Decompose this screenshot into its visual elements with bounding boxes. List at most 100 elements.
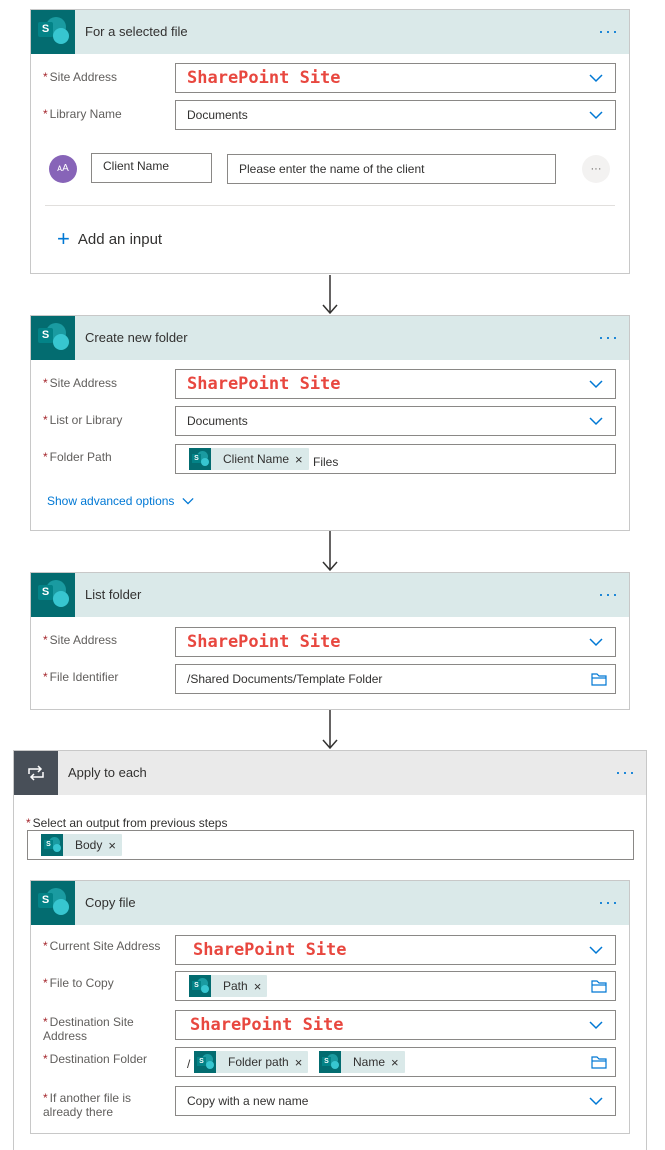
file-identifier-value: /Shared Documents/Template Folder: [187, 672, 383, 686]
remove-token-icon[interactable]: ×: [295, 1055, 309, 1070]
library-name-dropdown[interactable]: Documents: [175, 100, 616, 130]
trigger-card: S For a selected file ··· * Site Address …: [30, 9, 630, 274]
if-file-exists-value: Copy with a new name: [187, 1094, 309, 1108]
loop-icon: [28, 765, 44, 781]
chevron-down-icon: [589, 638, 603, 647]
list-library-label: * List or Library: [43, 413, 123, 427]
current-site-value: SharePoint Site: [193, 940, 347, 960]
card-title: List folder: [85, 587, 142, 602]
card-title: For a selected file: [85, 24, 188, 39]
site-address-dropdown[interactable]: SharePoint Site: [175, 369, 616, 399]
site-address-value: SharePoint Site: [187, 374, 341, 394]
copy-file-card: S Copy file ··· * Current Site Address Sh…: [30, 880, 630, 1134]
chevron-down-icon: [589, 946, 603, 955]
current-site-label: * Current Site Address: [43, 939, 161, 953]
sharepoint-icon: S: [31, 881, 75, 925]
more-options-icon[interactable]: ···: [615, 763, 636, 781]
site-address-value: SharePoint Site: [187, 68, 341, 88]
plus-icon: +: [57, 226, 70, 251]
folder-icon[interactable]: [591, 1055, 607, 1069]
card-header[interactable]: S Create new folder ···: [31, 316, 629, 360]
sharepoint-icon: S: [194, 1051, 216, 1073]
card-header[interactable]: S List folder ···: [31, 573, 629, 617]
add-input-button[interactable]: + Add an input: [57, 228, 162, 250]
remove-token-icon[interactable]: ×: [108, 838, 122, 853]
sharepoint-icon: S: [189, 448, 211, 470]
chevron-down-icon: [589, 1021, 603, 1030]
folder-path-suffix: Files: [313, 455, 339, 469]
folder-path-label: * Folder Path: [43, 450, 112, 464]
file-to-copy-label: * File to Copy: [43, 976, 114, 990]
add-input-label: Add an input: [77, 230, 163, 248]
sharepoint-icon: S: [31, 10, 75, 54]
remove-token-icon[interactable]: ×: [391, 1055, 405, 1070]
folder-path-token[interactable]: S Folder path ×: [194, 1051, 309, 1073]
chevron-down-icon: [589, 417, 603, 426]
apply-to-each-header[interactable]: Apply to each ···: [14, 751, 646, 795]
chevron-down-icon: [182, 497, 195, 505]
sharepoint-icon: S: [31, 316, 75, 360]
input-more-button[interactable]: ···: [582, 155, 610, 183]
destination-folder-prefix: /: [187, 1057, 191, 1071]
flow-arrow-icon: [322, 275, 338, 315]
library-name-label: * Library Name: [43, 107, 122, 121]
apply-to-each-container: Apply to each ··· * Select an output from…: [13, 750, 647, 1150]
site-address-label: * Site Address: [43, 376, 118, 390]
chevron-down-icon: [589, 380, 603, 389]
site-address-label: * Site Address: [43, 633, 118, 647]
more-options-icon[interactable]: ···: [598, 22, 619, 40]
current-site-dropdown[interactable]: SharePoint Site: [175, 935, 616, 965]
destination-site-value: SharePoint Site: [190, 1015, 344, 1035]
folder-icon[interactable]: [591, 979, 607, 993]
remove-token-icon[interactable]: ×: [254, 979, 268, 994]
client-name-token[interactable]: S Client Name ×: [189, 448, 309, 470]
loop-icon-tile: [14, 751, 58, 795]
show-advanced-options-link[interactable]: Show advanced options: [47, 494, 195, 508]
chevron-down-icon: [589, 74, 603, 83]
destination-folder-input[interactable]: / S Folder path × S Name ×: [175, 1047, 616, 1077]
file-to-copy-input[interactable]: S Path ×: [175, 971, 616, 1001]
sharepoint-icon: S: [189, 975, 211, 997]
folder-path-input[interactable]: S Client Name × Files: [175, 444, 616, 474]
sharepoint-icon: S: [319, 1051, 341, 1073]
more-options-icon[interactable]: ···: [598, 893, 619, 911]
chevron-down-icon: [589, 111, 603, 120]
more-options-icon[interactable]: ···: [598, 585, 619, 603]
file-identifier-input[interactable]: /Shared Documents/Template Folder: [175, 664, 616, 694]
list-library-value: Documents: [187, 414, 248, 428]
card-header[interactable]: S For a selected file ···: [31, 10, 629, 54]
more-options-icon[interactable]: ···: [598, 328, 619, 346]
name-token[interactable]: S Name ×: [319, 1051, 405, 1073]
remove-token-icon[interactable]: ×: [295, 452, 309, 467]
path-token[interactable]: S Path ×: [189, 975, 268, 997]
library-name-value: Documents: [187, 108, 248, 122]
sharepoint-icon: S: [31, 573, 75, 617]
text-input-avatar-icon: ᴀA: [49, 155, 77, 183]
create-folder-card: S Create new folder ··· * Site Address Sh…: [30, 315, 630, 531]
divider: [45, 205, 615, 206]
if-file-exists-label: * If another file is already there: [43, 1091, 132, 1119]
body-token[interactable]: S Body ×: [41, 834, 122, 856]
site-address-dropdown[interactable]: SharePoint Site: [175, 627, 616, 657]
if-file-exists-dropdown[interactable]: Copy with a new name: [175, 1086, 616, 1116]
destination-site-dropdown[interactable]: SharePoint Site: [175, 1010, 616, 1040]
flow-arrow-icon: [322, 710, 338, 750]
list-library-dropdown[interactable]: Documents: [175, 406, 616, 436]
list-folder-card: S List folder ··· * Site Address SharePoi…: [30, 572, 630, 710]
input-name-field[interactable]: Client Name: [91, 153, 212, 183]
flow-arrow-icon: [322, 531, 338, 572]
chevron-down-icon: [589, 1097, 603, 1106]
sharepoint-icon: S: [41, 834, 63, 856]
card-title: Apply to each: [68, 765, 147, 780]
input-description-field[interactable]: Please enter the name of the client: [227, 154, 556, 184]
select-output-label: * Select an output from previous steps: [26, 816, 228, 830]
site-address-value: SharePoint Site: [187, 632, 341, 652]
card-header[interactable]: S Copy file ···: [31, 881, 629, 925]
site-address-dropdown[interactable]: SharePoint Site: [175, 63, 616, 93]
destination-site-label: * Destination Site Address: [43, 1015, 134, 1043]
folder-icon[interactable]: [591, 672, 607, 686]
card-title: Create new folder: [85, 330, 188, 345]
destination-folder-label: * Destination Folder: [43, 1052, 148, 1066]
file-identifier-label: * File Identifier: [43, 670, 119, 684]
select-output-input[interactable]: S Body ×: [27, 830, 634, 860]
